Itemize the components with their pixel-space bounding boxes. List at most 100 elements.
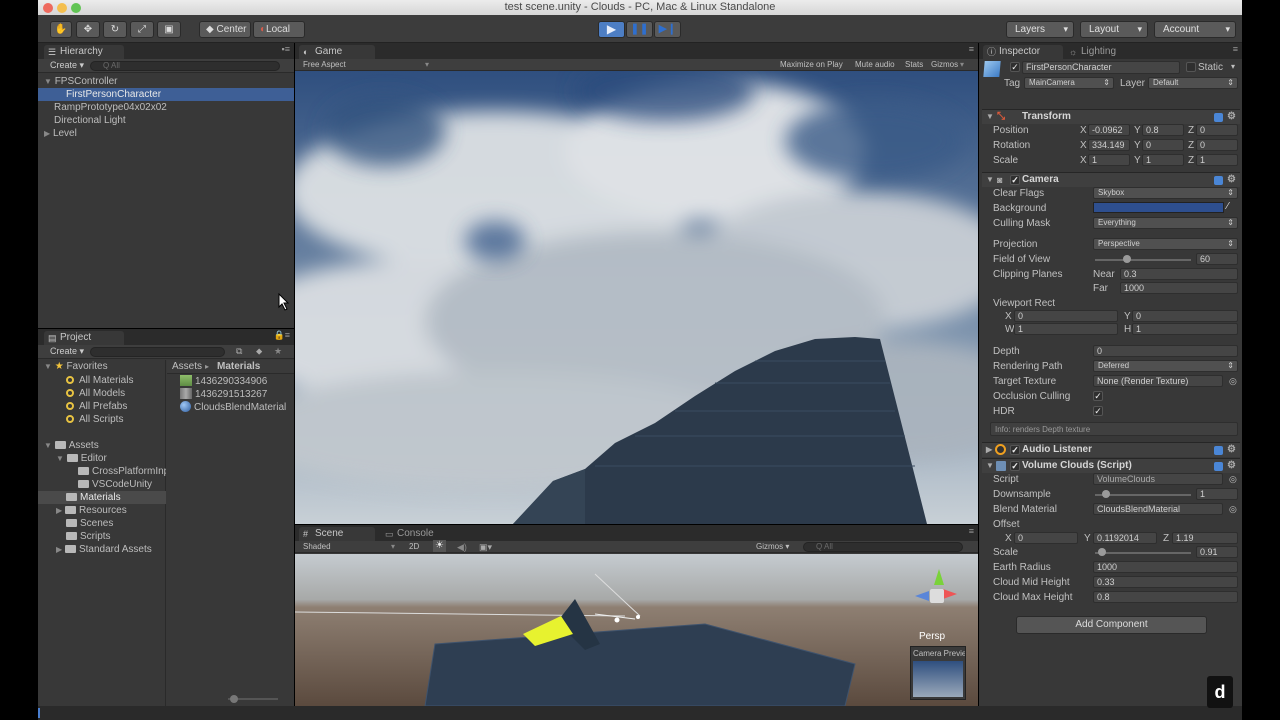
favorites-header[interactable]: ▼ ★ Favorites [44,360,108,373]
folder-scripts[interactable]: Scripts [66,530,111,543]
orientation-gizmo[interactable]: Persp [910,569,966,642]
clouds-scale-slider-knob[interactable] [1098,548,1106,556]
scene-search-input[interactable]: Q All [803,542,963,552]
mode-2d-toggle[interactable]: 2D [409,541,419,553]
scale-z-field[interactable]: 1 [1196,154,1238,166]
scene-lighting-icon[interactable]: ☀ [433,540,446,552]
eyedropper-icon[interactable]: ⁄ [1227,201,1229,213]
pivot-center-button[interactable]: ◆ Center [199,21,251,38]
far-field[interactable]: 1000 [1120,282,1238,294]
viewport-y-field[interactable]: 0 [1132,310,1238,322]
downsample-field[interactable]: 1 [1196,488,1238,500]
layers-dropdown[interactable]: Layers [1006,21,1074,38]
scale-x-field[interactable]: 1 [1088,154,1130,166]
game-view-viewport[interactable] [295,71,978,524]
persp-label[interactable]: Persp [919,631,945,643]
component-gear-icon[interactable]: ⚙ [1227,443,1236,457]
hand-tool-icon[interactable]: ✋ [50,21,72,38]
panel-menu-icon[interactable]: ≡ [969,44,974,54]
folder-editor[interactable]: ▼ Editor [56,452,107,465]
rotation-z-field[interactable]: 0 [1196,139,1238,151]
offset-y-field[interactable]: 0.1192014 [1093,532,1157,544]
position-y-field[interactable]: 0.8 [1142,124,1184,136]
panel-menu-icon[interactable]: ≡ [1233,44,1238,54]
near-field[interactable]: 0.3 [1120,268,1238,280]
layout-dropdown[interactable]: Layout [1080,21,1148,38]
offset-z-field[interactable]: 1.19 [1172,532,1238,544]
scene-effects-icon[interactable]: ▣▾ [479,541,492,553]
tab-scene[interactable]: # Scene [299,527,375,541]
mute-audio-toggle[interactable]: Mute audio [855,59,895,71]
scale-y-field[interactable]: 1 [1142,154,1184,166]
downsample-slider-knob[interactable] [1102,490,1110,498]
gizmos-toggle[interactable]: Gizmos [931,59,958,71]
hierarchy-item-firstpersoncharacter[interactable]: FirstPersonCharacter [38,88,294,101]
gameobject-active-checkbox[interactable]: ✓ [1010,62,1020,72]
background-color-swatch[interactable] [1093,202,1224,213]
fov-slider-knob[interactable] [1123,255,1131,263]
asset-file[interactable]: CloudsBlendMaterial [180,401,286,414]
component-gear-icon[interactable]: ⚙ [1227,110,1236,124]
scene-audio-icon[interactable]: ◀) [457,541,467,553]
minimize-window-button[interactable] [57,3,67,13]
component-gear-icon[interactable]: ⚙ [1227,173,1236,187]
x-axis-icon[interactable] [943,589,959,599]
breadcrumb-materials[interactable]: Materials [217,361,260,373]
scene-view-viewport[interactable] [295,554,978,706]
tab-inspector[interactable]: ⓘ Inspector [983,45,1063,59]
rotation-x-field[interactable]: 334.149 [1088,139,1130,151]
hierarchy-item-level[interactable]: ▶ Level [44,127,77,140]
clouds-scale-field[interactable]: 0.91 [1196,546,1238,558]
viewport-h-field[interactable]: 1 [1132,323,1238,335]
panel-menu-icon[interactable]: ≡ [969,526,974,536]
close-window-button[interactable] [43,3,53,13]
project-create-button[interactable]: Create ▾ [50,346,84,357]
maximize-on-play-toggle[interactable]: Maximize on Play [780,59,843,71]
static-checkbox[interactable] [1186,62,1196,72]
panel-menu-icon[interactable]: ▪≡ [282,44,290,54]
tab-lighting[interactable]: ☼ Lighting [1065,45,1145,59]
object-picker-icon[interactable]: ◎ [1229,375,1237,387]
tag-dropdown[interactable]: MainCamera [1024,77,1114,89]
move-tool-icon[interactable]: ✥ [76,21,100,38]
y-axis-icon[interactable] [934,569,944,585]
cloud-mid-height-field[interactable]: 0.33 [1093,576,1238,588]
fov-slider[interactable] [1095,259,1191,261]
zoom-window-button[interactable] [71,3,81,13]
camera-enabled-checkbox[interactable]: ✓ [1010,175,1020,185]
favorite-all-materials[interactable]: All Materials [66,374,133,387]
help-book-icon[interactable] [1214,462,1223,471]
help-book-icon[interactable] [1214,113,1223,122]
tab-console[interactable]: ▭ Console [381,527,461,541]
help-book-icon[interactable] [1214,176,1223,185]
hdr-checkbox[interactable]: ✓ [1093,406,1103,416]
cloud-max-height-field[interactable]: 0.8 [1093,591,1238,603]
hierarchy-item-ramp[interactable]: RampPrototype04x02x02 [54,101,167,114]
script-field[interactable]: VolumeClouds [1093,473,1223,485]
z-axis-icon[interactable] [915,591,929,601]
filter-type-icon[interactable]: ⧉ [236,346,242,357]
play-button[interactable]: ▶ [598,21,625,38]
rect-tool-icon[interactable]: ▣ [157,21,181,38]
layer-dropdown[interactable]: Default [1148,77,1238,89]
audio-listener-enabled-checkbox[interactable]: ✓ [1010,445,1020,455]
hierarchy-create-button[interactable]: Create ▾ [50,60,84,71]
fov-field[interactable]: 60 [1196,253,1238,265]
pivot-local-button[interactable]: ◐Local [253,21,305,38]
gizmo-center-icon[interactable] [930,589,944,603]
audio-listener-header[interactable]: ▶ ✓ Audio Listener ⚙ [982,442,1240,457]
rendering-path-dropdown[interactable]: Deferred [1093,360,1238,372]
project-search-input[interactable] [90,347,225,357]
tab-game[interactable]: ◐ Game [299,45,375,59]
object-picker-icon[interactable]: ◎ [1229,473,1237,485]
asset-file[interactable]: 1436291513267 [180,388,267,401]
hierarchy-search-input[interactable]: Q All [90,61,280,71]
viewport-w-field[interactable]: 1 [1014,323,1118,335]
scene-gizmos-dropdown[interactable]: Gizmos ▾ [756,541,789,553]
transform-header[interactable]: ▼ ⤡ Transform ⚙ [982,109,1240,124]
breadcrumb-assets[interactable]: Assets [172,361,202,373]
favorite-star-icon[interactable]: ★ [274,346,282,357]
camera-header[interactable]: ▼ ◙ ✓ Camera ⚙ [982,172,1240,187]
aspect-dropdown[interactable]: Free Aspect [303,59,346,71]
culling-mask-dropdown[interactable]: Everything [1093,217,1238,229]
